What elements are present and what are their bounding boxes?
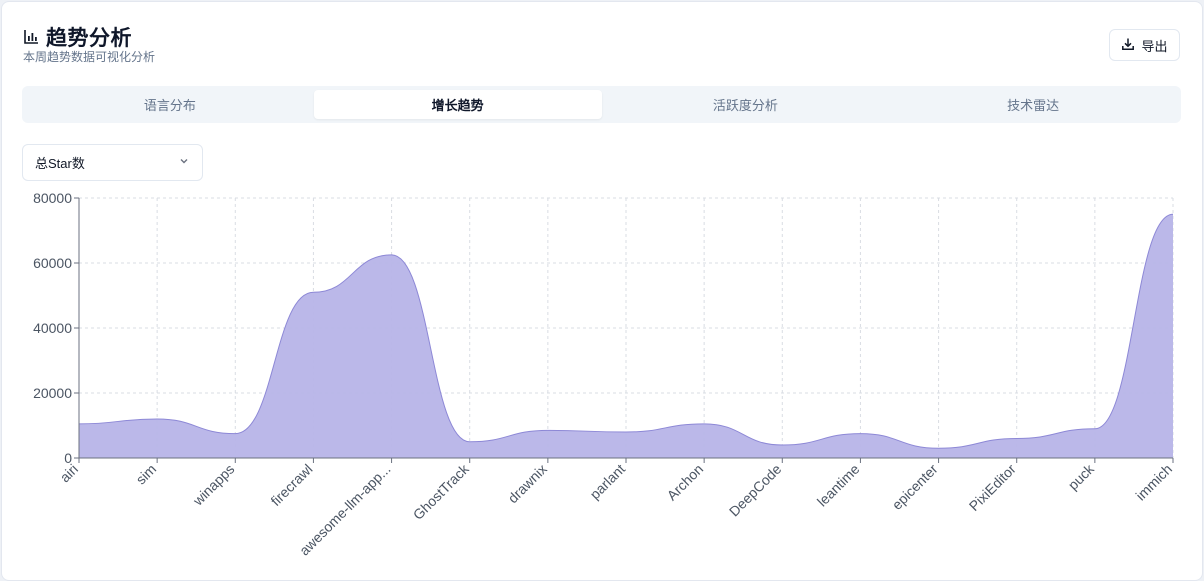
bar-chart-icon xyxy=(22,28,40,46)
metric-select-value: 总Star数 xyxy=(35,156,85,171)
data-point xyxy=(1093,427,1096,430)
download-icon xyxy=(1121,37,1135,54)
data-point xyxy=(937,447,940,450)
data-point xyxy=(703,422,706,425)
data-point xyxy=(859,432,862,435)
x-tick-label: Archon xyxy=(664,461,707,504)
x-tick-label: firecrawl xyxy=(267,461,315,509)
data-point xyxy=(1172,213,1175,216)
tab-tech-radar[interactable]: 技术雷达 xyxy=(889,90,1177,119)
data-point xyxy=(546,429,549,432)
x-tick-label: drawnix xyxy=(505,461,550,506)
metric-select[interactable]: 总Star数 xyxy=(22,144,203,181)
y-tick-label: 80000 xyxy=(33,190,72,206)
data-point xyxy=(156,418,159,421)
tab-language[interactable]: 语言分布 xyxy=(26,90,314,119)
export-label: 导出 xyxy=(1141,38,1168,54)
growth-area-chart: 020000400006000080000airi sim winapps firec… xyxy=(33,190,1175,558)
y-tick-label: 20000 xyxy=(33,385,72,401)
x-tick-label: parlant xyxy=(587,461,629,503)
tab-growth[interactable]: 增长趋势 xyxy=(313,90,602,119)
data-point xyxy=(781,444,784,447)
x-tick-label: immich xyxy=(1132,461,1175,504)
export-button[interactable]: 导出 xyxy=(1109,29,1180,61)
x-tick-label: sim xyxy=(133,461,160,488)
y-tick-label: 40000 xyxy=(33,320,72,336)
tab-bar: 语言分布 增长趋势 活跃度分析 技术雷达 xyxy=(22,86,1181,123)
data-point xyxy=(625,431,628,434)
y-tick-label: 60000 xyxy=(33,255,72,271)
data-point xyxy=(468,440,471,443)
data-point xyxy=(1015,437,1018,440)
data-point xyxy=(390,253,393,256)
x-tick-label: winapps xyxy=(189,461,237,509)
x-tick-label: airi xyxy=(57,461,82,486)
x-tick-label: DeepCode xyxy=(726,461,785,520)
x-tick-label: puck xyxy=(1065,460,1098,493)
data-point xyxy=(312,291,315,294)
x-tick-label: PixiEditor xyxy=(966,461,1019,514)
data-point xyxy=(234,432,237,435)
chevron-down-icon xyxy=(178,155,190,170)
tab-activity[interactable]: 活跃度分析 xyxy=(602,90,890,119)
x-tick-label: epicenter xyxy=(889,461,941,513)
page-subtitle: 本周趋势数据可视化分析 xyxy=(23,50,156,64)
x-tick-label: GhostTrack xyxy=(410,460,473,523)
x-tick-label: leantime xyxy=(814,461,863,510)
